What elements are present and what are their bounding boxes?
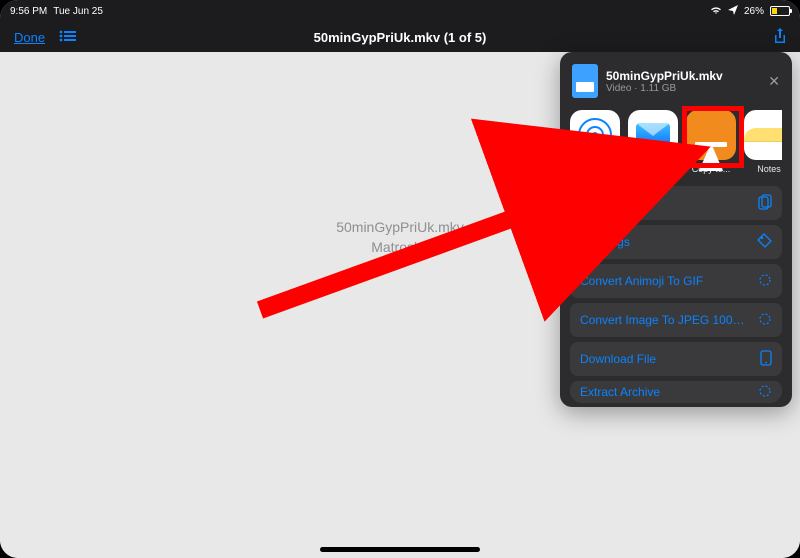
share-app-label: Notes [744,164,782,174]
document-thumb-icon [572,64,598,98]
action-convert-jpeg[interactable]: Convert Image To JPEG 1000px [570,303,782,337]
home-indicator [320,547,480,552]
status-bar: 9:56 PM Tue Jun 25 26% [0,0,800,22]
device-icon [760,350,772,369]
tag-icon [757,233,772,251]
status-date: Tue Jun 25 [53,6,103,17]
share-button[interactable] [772,27,800,48]
share-header: 50minGypPriUk.mkv Video · 1.11 GB ✕ [570,62,782,108]
action-label: Download File [580,352,656,366]
shortcut-icon [758,273,772,290]
nav-bar: Done 50minGypPriUk.mkv (1 of 5) [0,22,800,52]
copy-icon [758,194,772,213]
location-icon [728,5,738,18]
share-action-list: Copy Add Tags Convert Animoji To GIF Con… [570,186,782,403]
action-label: Convert Animoji To GIF [580,274,703,288]
action-extract-archive[interactable]: Extract Archive [570,381,782,403]
share-file-meta: Video · 1.11 GB [606,83,760,94]
close-icon[interactable]: ✕ [768,73,780,90]
action-label: Add Tags [580,235,630,249]
list-icon[interactable] [59,30,77,45]
airdrop-icon [570,110,620,160]
wifi-icon [710,5,722,18]
action-copy[interactable]: Copy [570,186,782,220]
battery-pct: 26% [744,6,764,17]
notes-icon [744,110,782,160]
action-label: Extract Archive [580,385,660,399]
status-time: 9:56 PM [10,6,47,17]
page-title: 50minGypPriUk.mkv (1 of 5) [0,30,800,45]
action-add-tags[interactable]: Add Tags [570,225,782,259]
mail-icon [628,110,678,160]
share-app-label: AirDrop [570,164,620,174]
action-convert-animoji[interactable]: Convert Animoji To GIF [570,264,782,298]
share-app-mail[interactable]: Mail [628,110,678,174]
action-download-file[interactable]: Download File [570,342,782,376]
share-app-row[interactable]: AirDrop Mail Copy to... Notes [570,108,782,178]
vlc-icon [686,110,736,160]
share-sheet: 50minGypPriUk.mkv Video · 1.11 GB ✕ AirD… [560,52,792,407]
share-app-airdrop[interactable]: AirDrop [570,110,620,174]
action-label: Convert Image To JPEG 1000px [580,313,750,327]
action-label: Copy [580,196,608,210]
done-button[interactable]: Done [14,30,45,45]
share-app-notes[interactable]: Notes [744,110,782,174]
share-app-label: Mail [628,164,678,174]
shortcut-icon [758,384,772,401]
share-app-copyto[interactable]: Copy to... [686,110,736,174]
app-frame: 9:56 PM Tue Jun 25 26% Done 50minGypPriU… [0,0,800,558]
share-file-name: 50minGypPriUk.mkv [606,69,760,83]
shortcut-icon [758,312,772,329]
battery-icon [770,6,790,16]
